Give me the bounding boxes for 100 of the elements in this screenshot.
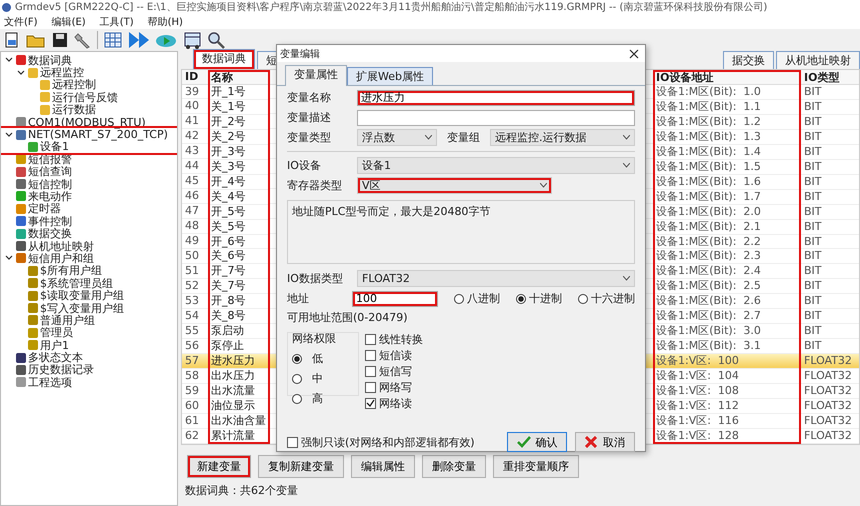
table-cell: 42 [182, 129, 208, 144]
table-cell: 54 [182, 309, 208, 324]
table-cell: FLOAT32 [801, 399, 859, 414]
table-cell: 开_5号 [208, 204, 270, 220]
table-cell: BIT [801, 309, 859, 324]
table-cell: 开_6号 [208, 234, 270, 250]
table-cell: 52 [182, 279, 208, 294]
table-cell: FLOAT32 [801, 354, 859, 370]
table-cell: FLOAT32 [801, 384, 859, 400]
table-cell: FLOAT32 [801, 428, 859, 444]
radio-label: 十进制 [529, 291, 562, 306]
table-cell: BIT [801, 204, 859, 220]
table-cell: 设备1:V区: 100 [653, 354, 801, 370]
table-cell: 泵启动 [208, 324, 270, 340]
table-cell: 49 [182, 234, 208, 250]
table-cell: 设备1:V区: 128 [653, 428, 801, 444]
table-cell: 设备1:M区(Bit): 2.7 [653, 309, 801, 324]
field-label: IO数据类型 [287, 271, 344, 286]
table-cell: 55 [182, 324, 208, 340]
window-title: Grmdev5 [GRM222Q-C] -- E:\1、巨控实施项目资料\客户程序\南京碧蓝\2022年3月11贵州船舶油污\普定船舶油污水119.GRMPRJ -- (南京碧蓝环保科技股份有限公司) [15, 0, 768, 14]
checkbox-label: 短信写 [379, 364, 412, 379]
checkbox-label: 线性转换 [379, 332, 423, 347]
table-cell: 设备1:M区(Bit): 1.6 [653, 174, 801, 190]
table-cell: 设备1:M区(Bit): 1.4 [653, 144, 801, 160]
table-cell: 设备1:M区(Bit): 1.3 [653, 130, 801, 145]
table-cell: 关_8号 [208, 309, 270, 324]
table-cell: 41 [182, 114, 208, 130]
table-cell: 设备1:M区(Bit): 1.5 [653, 160, 801, 175]
field-label: IO设备 [287, 158, 322, 173]
table-cell: BIT [801, 130, 859, 145]
table-cell: 设备1:V区: 112 [653, 399, 801, 414]
table-cell: 58 [182, 369, 208, 384]
table-cell: 设备1:M区(Bit): 1.2 [653, 114, 801, 130]
table-cell: BIT [801, 294, 859, 310]
table-cell: 开_3号 [208, 144, 270, 160]
table-cell: BIT [801, 220, 859, 235]
table-cell: 设备1:M区(Bit): 3.0 [653, 324, 801, 340]
table-cell: 48 [182, 219, 208, 234]
checkbox-label: 网络读 [379, 396, 412, 411]
checkbox-label: 网络写 [379, 380, 412, 395]
table-cell: BIT [801, 100, 859, 115]
checkbox-label: 强制只读(对网络和内部逻辑都有效) [301, 434, 475, 450]
table-cell: 46 [182, 189, 208, 204]
table-cell: BIT [801, 174, 859, 190]
field-label: 地址 [287, 291, 310, 306]
table-cell: 设备1:M区(Bit): 1.7 [653, 190, 801, 205]
table-cell: 关_6号 [208, 249, 270, 264]
table-cell: 设备1:M区(Bit): 2.1 [653, 220, 801, 235]
table-cell: 60 [182, 399, 208, 414]
table-cell: 47 [182, 204, 208, 220]
table-cell: 39 [182, 84, 208, 100]
radio-label: 十六进制 [591, 291, 635, 306]
radio-label: 低 [312, 351, 323, 366]
table-cell: 设备1:V区: 104 [653, 369, 801, 384]
table-cell: 设备1:M区(Bit): 2.4 [653, 264, 801, 280]
table-cell: 进水压力 [208, 354, 270, 370]
table-cell: 累计流量 [208, 428, 270, 444]
table-cell: BIT [801, 324, 859, 340]
table-cell: 开_1号 [208, 85, 270, 100]
table-cell: 设备1:M区(Bit): 1.0 [653, 85, 801, 100]
group-title: 网络权限 [292, 331, 337, 346]
field-label: 变量名称 [287, 90, 332, 105]
table-cell: 关_1号 [208, 100, 270, 115]
radio-label: 高 [312, 391, 323, 406]
table-cell: BIT [801, 234, 859, 250]
table-cell: 57 [182, 354, 208, 370]
table-cell: 51 [182, 264, 208, 280]
table-cell: BIT [801, 264, 859, 280]
table-cell: 设备1:M区(Bit): 2.2 [653, 234, 801, 250]
checkbox-label: 短信读 [379, 348, 412, 363]
table-cell: 设备1:M区(Bit): 1.1 [653, 100, 801, 115]
table-cell: 开_8号 [208, 294, 270, 310]
table-cell: 关_3号 [208, 160, 270, 175]
table-cell: 59 [182, 384, 208, 400]
table-cell: 关_2号 [208, 130, 270, 145]
table-cell: 设备1:M区(Bit): 2.3 [653, 249, 801, 264]
table-cell: 设备1:V区: 108 [653, 384, 801, 400]
table-cell: 油位显示 [208, 399, 270, 414]
table-cell: 开_7号 [208, 264, 270, 280]
table-cell: BIT [801, 249, 859, 264]
range-text: 可用地址范围(0-20479) [287, 310, 409, 325]
table-cell: 设备1:M区(Bit): 2.6 [653, 294, 801, 310]
table-cell: 设备1:M区(Bit): 2.5 [653, 279, 801, 294]
table-cell: 45 [182, 174, 208, 190]
table-cell: 出水压力 [208, 369, 270, 384]
table-cell: BIT [801, 160, 859, 175]
table-cell: BIT [801, 114, 859, 130]
table-cell: 设备1:M区(Bit): 2.0 [653, 204, 801, 220]
field-label: 变量描述 [287, 110, 332, 125]
radio-label: 中 [312, 371, 323, 386]
table-cell: BIT [801, 85, 859, 100]
table-cell: 43 [182, 144, 208, 160]
table-cell: 出水流量 [208, 384, 270, 400]
table-cell: BIT [801, 279, 859, 294]
table-cell: 关_7号 [208, 279, 270, 294]
table-cell: FLOAT32 [801, 369, 859, 384]
table-cell: 40 [182, 99, 208, 114]
table-cell: 50 [182, 249, 208, 264]
table-cell: 53 [182, 294, 208, 310]
table-cell: 62 [182, 429, 208, 444]
